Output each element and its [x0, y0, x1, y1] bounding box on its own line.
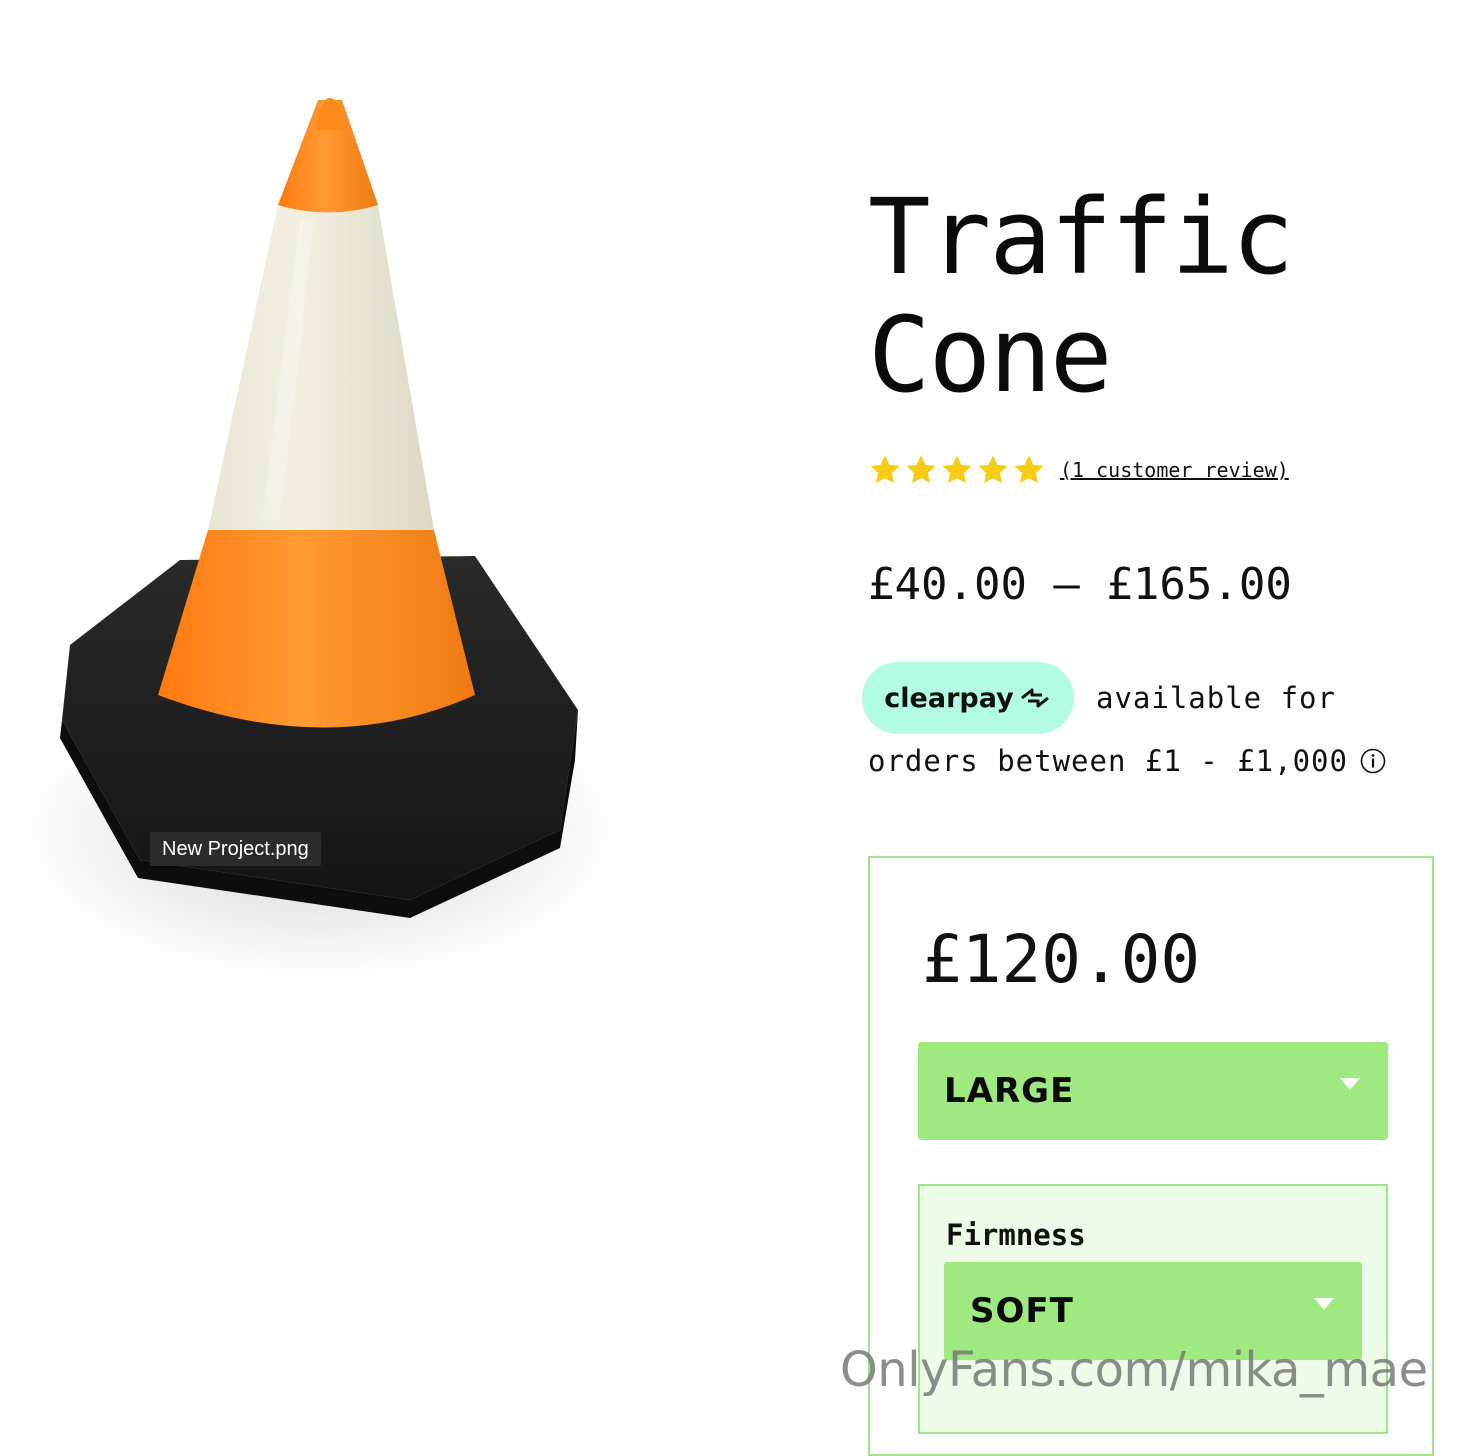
current-price: £120.00 — [922, 921, 1201, 998]
image-filename-tooltip: New Project.png — [150, 832, 321, 866]
product-image[interactable] — [30, 70, 670, 970]
price-range: £40.00 – £165.00 — [868, 559, 1292, 610]
clearpay-order-range: orders between £1 - £1,000 — [868, 744, 1386, 778]
clearpay-availability-text: available for — [1096, 681, 1336, 715]
rating-row: (1 customer review) — [868, 452, 1289, 488]
product-title-line2: Cone — [868, 294, 1112, 416]
clearpay-badge[interactable]: clearpay — [862, 662, 1074, 734]
firmness-label: Firmness — [946, 1218, 1086, 1252]
star-icon — [942, 455, 972, 484]
product-title: Traffic Cone — [868, 178, 1428, 414]
chevron-down-icon — [1314, 1298, 1334, 1310]
clearpay-order-range-text: orders between £1 - £1,000 — [868, 744, 1348, 778]
star-rating — [868, 453, 1046, 487]
watermark: OnlyFans.com/mika_mae — [840, 1342, 1428, 1398]
star-icon — [1014, 455, 1044, 484]
info-circle-icon[interactable] — [1360, 748, 1386, 774]
size-select[interactable]: LARGE — [918, 1042, 1388, 1140]
clearpay-row: clearpay available for — [862, 662, 1336, 734]
star-icon — [906, 455, 936, 484]
product-title-line1: Traffic — [868, 176, 1294, 298]
clearpay-arrows-icon — [1020, 688, 1049, 708]
customer-review-link[interactable]: (1 customer review) — [1060, 458, 1289, 482]
firmness-select-value: SOFT — [970, 1291, 1074, 1331]
traffic-cone-illustration — [30, 98, 620, 970]
clearpay-logo-text: clearpay — [884, 682, 1014, 714]
star-icon — [978, 455, 1008, 484]
size-select-value: LARGE — [944, 1071, 1075, 1111]
chevron-down-icon — [1340, 1078, 1360, 1090]
star-icon — [870, 455, 900, 484]
